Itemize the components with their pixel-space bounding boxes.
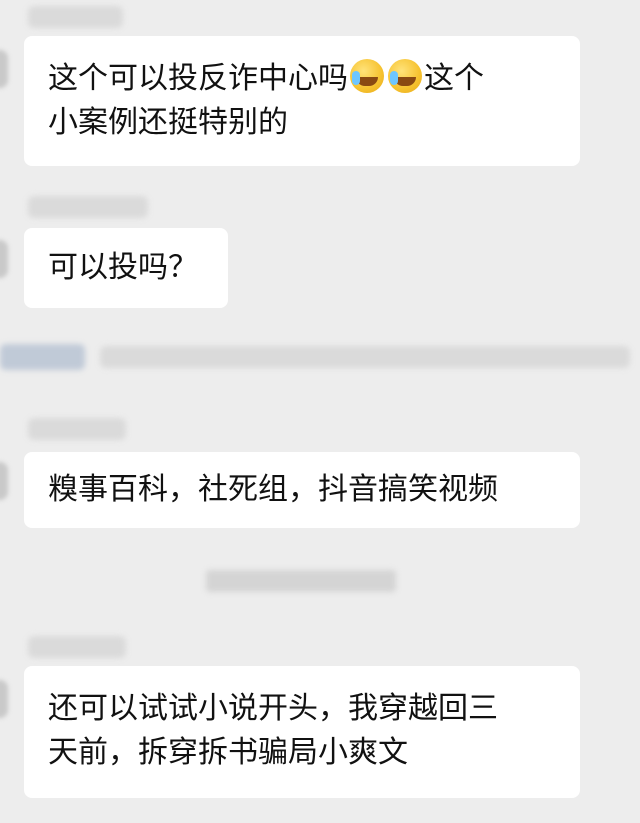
message-line: 这个可以投反诈中心吗 这个 <box>48 57 556 101</box>
message-text: 小案例还挺特别的 <box>48 105 288 140</box>
message-text: 这个 <box>424 61 484 96</box>
blurred-sender-name <box>28 6 123 28</box>
avatar[interactable] <box>0 462 8 500</box>
blurred-timestamp <box>206 570 396 592</box>
avatar[interactable] <box>0 50 8 88</box>
blurred-sender-name <box>28 636 126 658</box>
message-text: 还可以试试小说开头，我穿越回三 <box>48 691 498 726</box>
chat-bubble-4[interactable]: 还可以试试小说开头，我穿越回三 天前，拆穿拆书骗局小爽文 <box>24 666 580 798</box>
message-text: 天前，拆穿拆书骗局小爽文 <box>48 735 408 770</box>
laughing-crying-emoji-icon <box>350 59 384 93</box>
blurred-sender-name <box>28 196 148 218</box>
avatar[interactable] <box>0 240 8 278</box>
blurred-sender-name <box>28 418 126 440</box>
avatar[interactable] <box>0 680 8 718</box>
message-text: 糗事百科，社死组，抖音搞笑视频 <box>48 472 498 507</box>
chat-bubble-3[interactable]: 糗事百科，社死组，抖音搞笑视频 <box>24 452 580 528</box>
blurred-system-message <box>0 344 85 370</box>
chat-bubble-2[interactable]: 可以投吗？ <box>24 228 228 308</box>
chat-bubble-1[interactable]: 这个可以投反诈中心吗 这个 小案例还挺特别的 <box>24 36 580 166</box>
message-text: 这个可以投反诈中心吗 <box>48 61 348 96</box>
message-text: 可以投吗？ <box>48 250 198 285</box>
blurred-system-message <box>100 346 630 368</box>
message-line: 小案例还挺特别的 <box>48 101 556 145</box>
laughing-crying-emoji-icon <box>388 59 422 93</box>
